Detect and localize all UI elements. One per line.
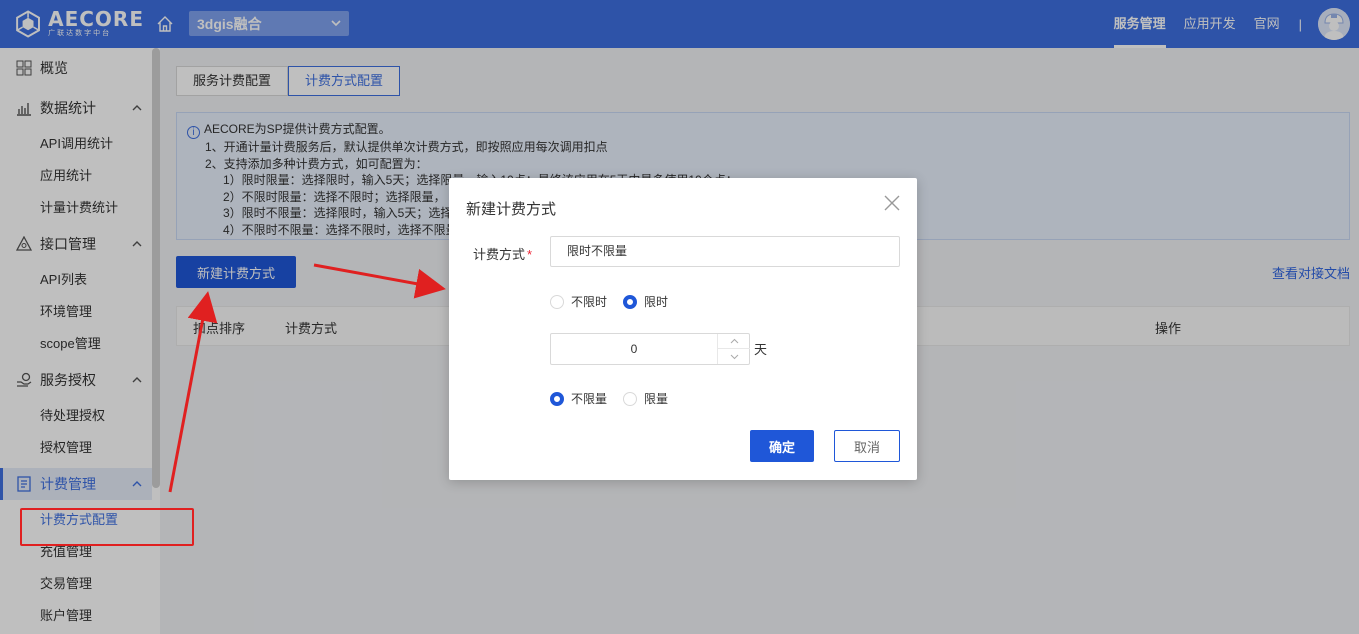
radio-label: 不限量: [571, 392, 608, 406]
increment-button[interactable]: [718, 334, 750, 349]
chevron-down-icon: [730, 354, 738, 359]
radio-limited-quota[interactable]: 限量: [623, 390, 668, 407]
radio-label: 限量: [644, 392, 669, 406]
radio-limited-time[interactable]: 限时: [623, 293, 668, 310]
confirm-button[interactable]: 确定: [750, 430, 814, 462]
quota-radio-group: 不限量 限量: [550, 390, 684, 407]
stepper-controls: [717, 334, 750, 364]
radio-dot-selected: [550, 391, 564, 406]
time-limit-radio-group: 不限时 限时: [550, 293, 684, 310]
cancel-button[interactable]: 取消: [834, 430, 900, 462]
close-icon[interactable]: [883, 194, 901, 212]
dialog-title: 新建计费方式: [466, 201, 557, 218]
radio-label: 限时: [644, 295, 669, 309]
days-stepper[interactable]: 0: [550, 333, 750, 365]
billing-method-label: 计费方式 *: [473, 244, 532, 263]
radio-unlimited-quota[interactable]: 不限量: [550, 390, 607, 407]
field-label-text: 计费方式: [473, 247, 526, 262]
billing-method-name-input[interactable]: 限时不限量: [550, 236, 900, 267]
radio-dot-selected: [623, 294, 638, 309]
radio-dot: [623, 391, 638, 406]
new-billing-method-dialog: 新建计费方式 计费方式 * 限时不限量 不限时 限时 0 天 不限量 限量 确定…: [449, 178, 917, 480]
required-mark: *: [527, 247, 533, 262]
days-unit: 天: [754, 342, 768, 357]
decrement-button[interactable]: [718, 349, 750, 364]
days-value[interactable]: 0: [551, 334, 717, 364]
annotation-highlight-box: [20, 508, 194, 546]
chevron-up-icon: [730, 338, 738, 344]
radio-label: 不限时: [571, 295, 608, 309]
radio-unlimited-time[interactable]: 不限时: [550, 293, 607, 310]
radio-dot: [550, 294, 564, 309]
